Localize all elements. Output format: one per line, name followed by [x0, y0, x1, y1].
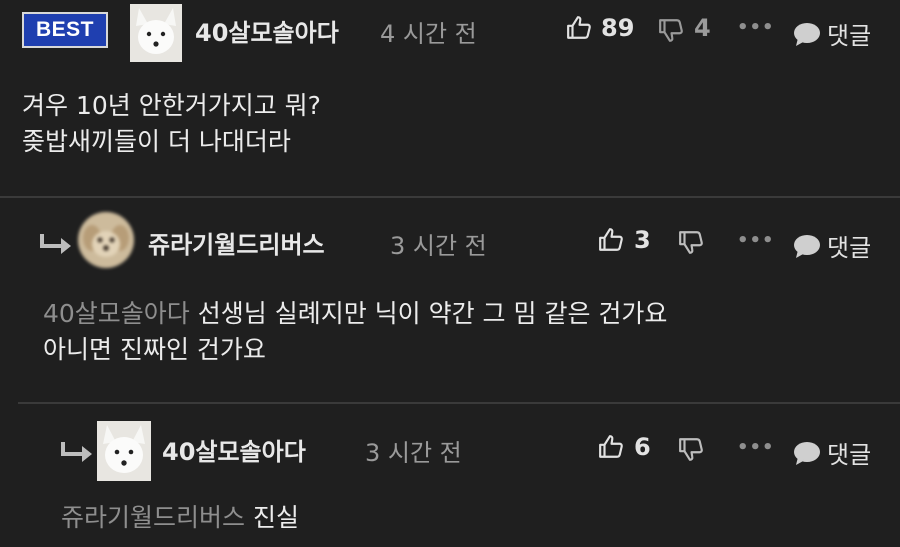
best-badge: BEST — [22, 12, 108, 48]
comment-text: 진실 — [252, 503, 299, 532]
like-count: 3 — [634, 226, 651, 254]
thumbs-up-icon — [599, 435, 623, 458]
mention-username[interactable]: 40살모솔아다 — [43, 299, 190, 328]
thumbs-up-icon — [599, 228, 623, 251]
comment-line: 겨우 10년 안한거가지고 뭐? — [22, 91, 321, 120]
comment-text: 선생님 실례지만 닉이 약간 그 밈 같은 건가요 — [197, 299, 668, 328]
like-button[interactable] — [598, 227, 624, 253]
puppy-avatar-icon — [78, 212, 134, 268]
dislike-button[interactable] — [658, 17, 684, 43]
dislike-button[interactable] — [678, 229, 704, 255]
arctic-fox-avatar-icon — [97, 421, 151, 481]
comment-username[interactable]: 40살모솔아다 — [162, 432, 306, 467]
arctic-fox-avatar-icon — [130, 4, 182, 62]
comment-timestamp: 3 시간 전 — [390, 232, 487, 260]
mention-username[interactable]: 쥬라기월드리버스 — [61, 503, 245, 532]
reply-arrow-icon — [58, 440, 94, 466]
reply-button[interactable]: 댓글 — [793, 435, 871, 470]
comment-line: 아니면 진짜인 건가요 — [43, 335, 266, 364]
thumbs-down-icon — [659, 19, 683, 42]
like-button[interactable] — [566, 15, 592, 41]
avatar[interactable] — [78, 212, 134, 268]
reply-label: 댓글 — [827, 441, 872, 469]
thumbs-down-icon — [679, 231, 703, 254]
speech-bubble-icon — [794, 441, 820, 465]
comment-line: 쥬라기월드리버스 진실 — [61, 500, 299, 536]
dislike-count: 4 — [694, 14, 711, 42]
comment-body: 40살모솔아다 선생님 실례지만 닉이 약간 그 밈 같은 건가요 아니면 진짜… — [43, 296, 667, 368]
more-options-icon[interactable]: ••• — [737, 230, 775, 251]
divider — [0, 196, 900, 198]
thumbs-up-icon — [567, 16, 591, 39]
comment-body: 겨우 10년 안한거가지고 뭐? 좆밥새끼들이 더 나대더라 — [22, 88, 321, 160]
comment-line: 40살모솔아다 선생님 실례지만 닉이 약간 그 밈 같은 건가요 — [43, 296, 667, 332]
like-count: 6 — [634, 433, 651, 461]
thumbs-down-icon — [679, 438, 703, 461]
like-count: 89 — [601, 14, 635, 42]
reply-button[interactable]: 댓글 — [793, 16, 871, 51]
comment-timestamp: 4 시간 전 — [380, 20, 477, 48]
avatar[interactable] — [130, 4, 182, 62]
reply-label: 댓글 — [827, 22, 872, 50]
comment-body: 쥬라기월드리버스 진실 — [61, 500, 299, 536]
reply-arrow-icon — [37, 232, 73, 258]
reply-label: 댓글 — [827, 234, 872, 262]
comment-username[interactable]: 40살모솔아다 — [195, 13, 339, 48]
comment-username[interactable]: 쥬라기월드리버스 — [148, 225, 325, 260]
comment-timestamp: 3 시간 전 — [365, 439, 462, 467]
more-options-icon[interactable]: ••• — [737, 437, 775, 458]
avatar[interactable] — [97, 421, 151, 481]
more-options-icon[interactable]: ••• — [737, 17, 775, 38]
dislike-button[interactable] — [678, 436, 704, 462]
divider — [18, 402, 900, 404]
comment-line: 좆밥새끼들이 더 나대더라 — [22, 127, 291, 156]
like-button[interactable] — [598, 434, 624, 460]
reply-button[interactable]: 댓글 — [793, 228, 871, 263]
speech-bubble-icon — [794, 22, 820, 46]
speech-bubble-icon — [794, 234, 820, 258]
